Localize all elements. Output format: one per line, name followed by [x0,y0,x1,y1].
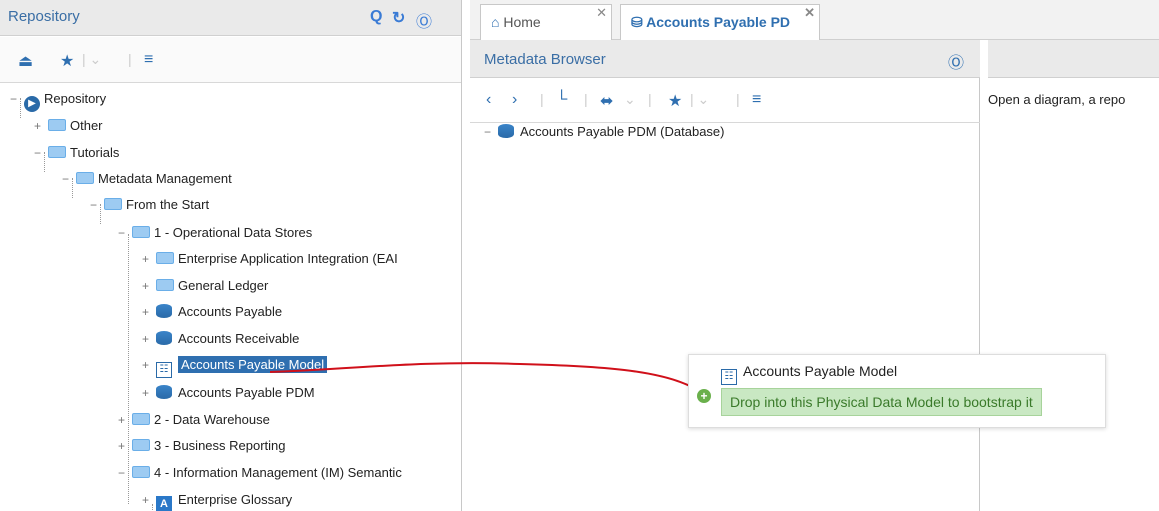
drag-line [269,362,695,389]
drag-tooltip-title: ☷ Accounts Payable Model [721,363,897,385]
add-icon: + [697,389,711,403]
drop-hint: Drop into this Physical Data Model to bo… [721,388,1042,416]
drag-tooltip: ☷ Accounts Payable Model + Drop into this… [688,354,1106,428]
drag-item-label: Accounts Payable Model [743,363,898,379]
model-icon: ☷ [721,369,737,385]
drag-path [269,362,695,389]
